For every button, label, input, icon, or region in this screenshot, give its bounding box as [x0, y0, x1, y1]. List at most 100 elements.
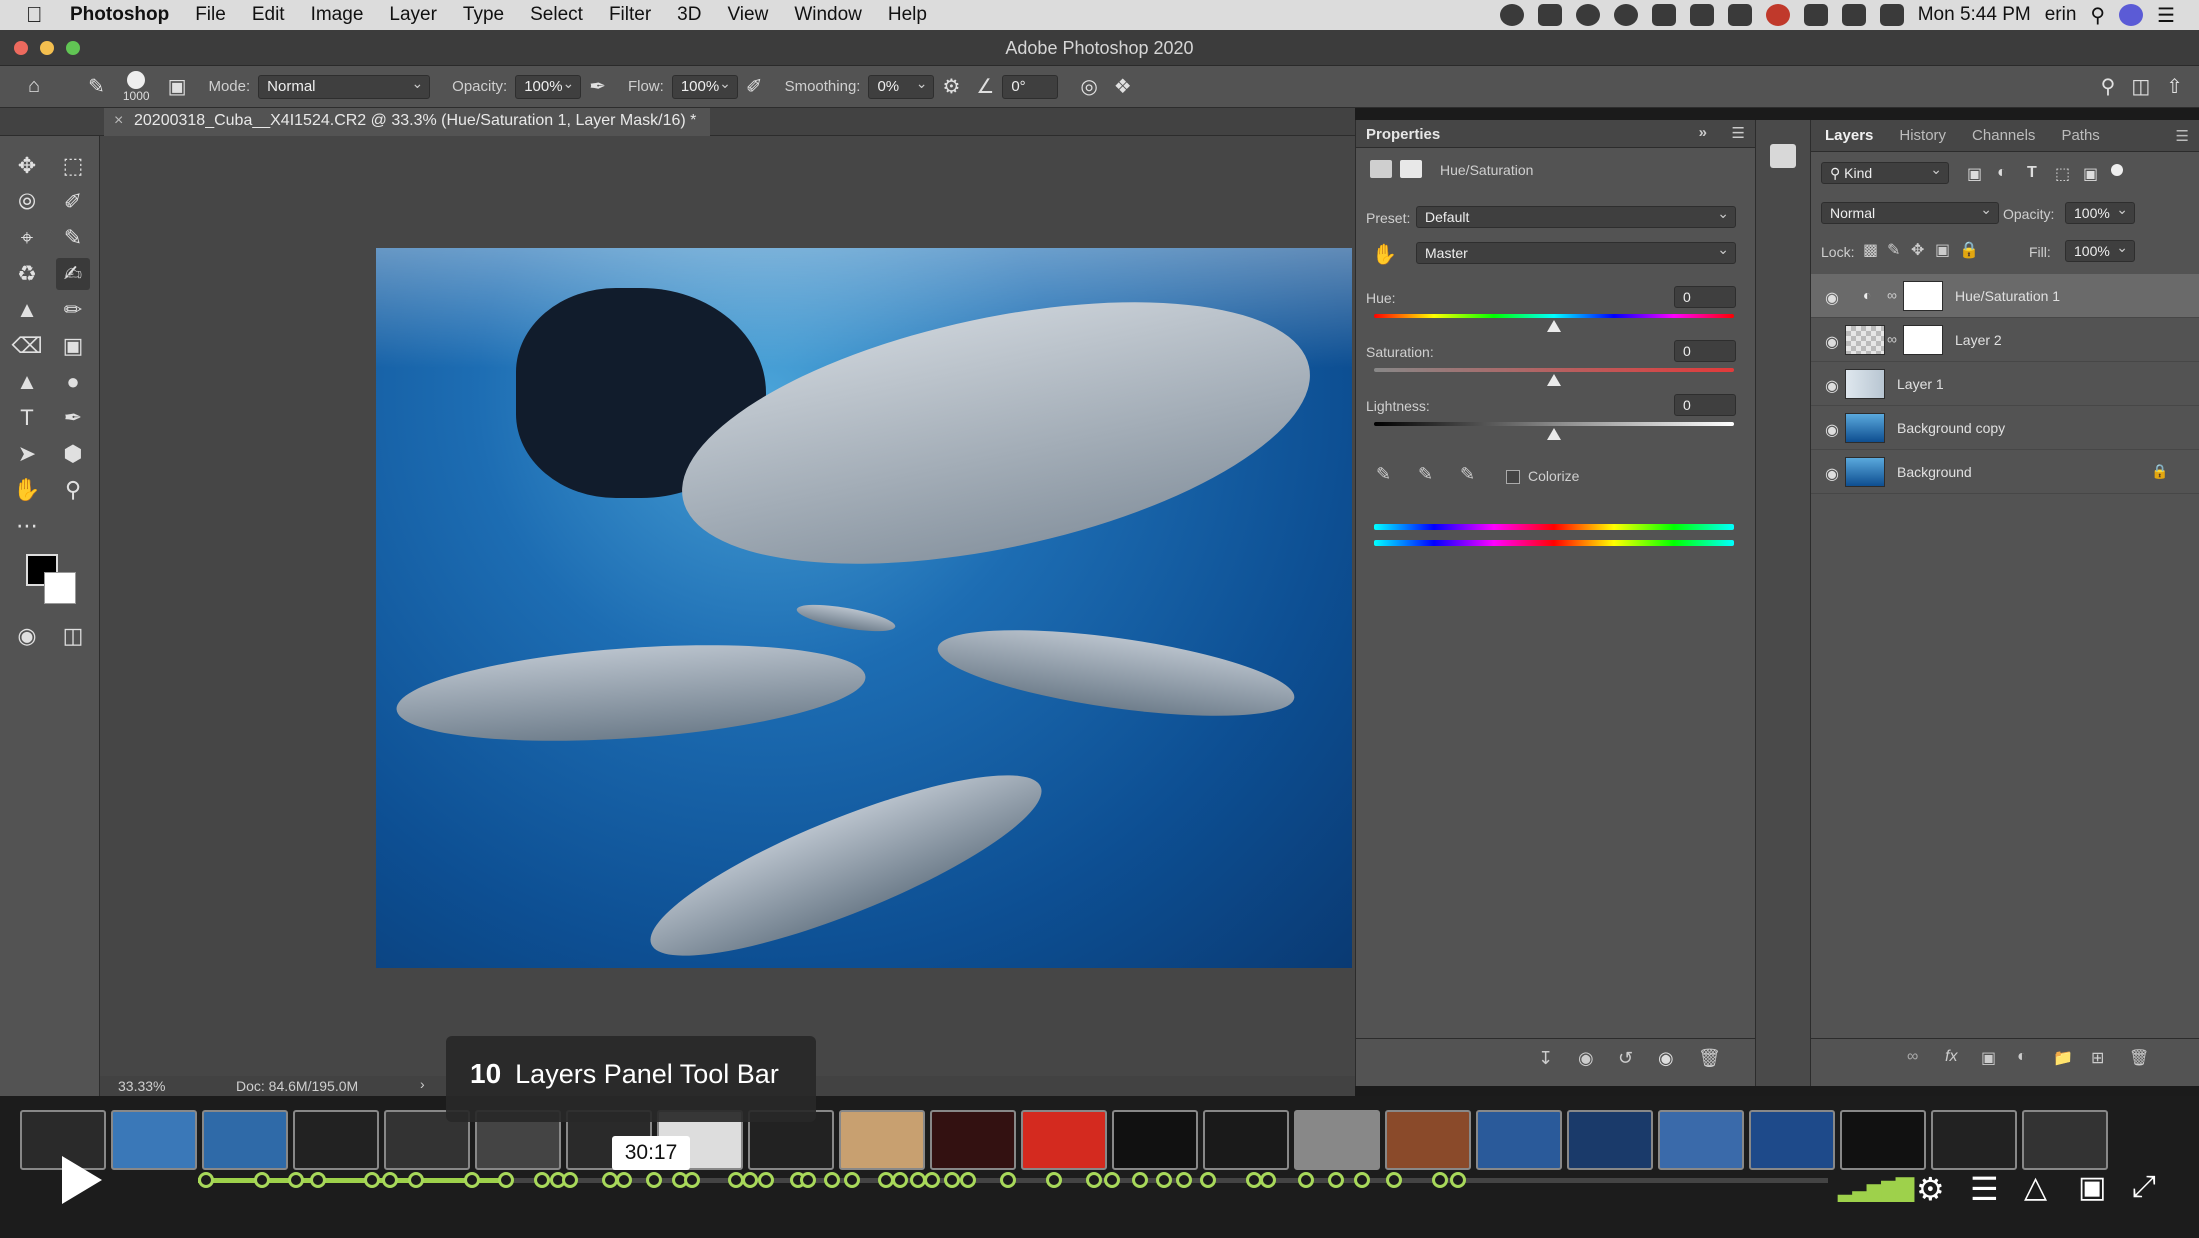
- chapter-marker[interactable]: [1328, 1172, 1344, 1188]
- status-airplay-icon[interactable]: [1803, 4, 1828, 26]
- pressure-opacity-icon[interactable]: ✒: [589, 74, 606, 99]
- chapter-marker[interactable]: [892, 1172, 908, 1188]
- tab-history[interactable]: History: [1899, 127, 1946, 144]
- lock-all-icon[interactable]: 🔒: [1959, 240, 1979, 260]
- new-group-folder-icon[interactable]: 📁: [2053, 1048, 2073, 1068]
- eyedropper-icon[interactable]: ✎: [1376, 464, 1391, 485]
- chapter-thumbnail[interactable]: [111, 1110, 197, 1170]
- tab-layers[interactable]: Layers: [1825, 127, 1873, 144]
- layer-row-layer-1[interactable]: ◉ Layer 1: [1811, 362, 2199, 406]
- smoothing-options-gear-icon[interactable]: ⚙: [942, 74, 960, 99]
- fullscreen-icon[interactable]: ⤢: [2132, 1170, 2156, 1204]
- chapter-marker[interactable]: [1260, 1172, 1276, 1188]
- chapter-marker[interactable]: [960, 1172, 976, 1188]
- toggle-visibility-eye-icon[interactable]: ◉: [1658, 1048, 1674, 1069]
- filter-adjustment-icon[interactable]: ◐: [1997, 164, 2007, 182]
- menu-window[interactable]: Window: [794, 4, 862, 26]
- chapter-marker[interactable]: [408, 1172, 424, 1188]
- chapter-marker[interactable]: [1046, 1172, 1062, 1188]
- tab-channels[interactable]: Channels: [1972, 127, 2035, 144]
- menu-layer[interactable]: Layer: [389, 4, 437, 26]
- menu-type[interactable]: Type: [463, 4, 504, 26]
- chapter-thumbnail[interactable]: [1294, 1110, 1380, 1170]
- eyedropper-plus-icon[interactable]: ✎: [1418, 464, 1433, 485]
- lightness-slider-thumb[interactable]: [1547, 428, 1561, 440]
- crop-tool-icon[interactable]: ⌖: [10, 222, 44, 254]
- targeted-adjustment-hand-icon[interactable]: ✋: [1372, 242, 1397, 267]
- chapter-marker[interactable]: [1432, 1172, 1448, 1188]
- pressure-size-icon[interactable]: ◎: [1080, 74, 1097, 99]
- workspace-icon[interactable]: ◫: [2131, 74, 2150, 99]
- chapter-marker[interactable]: [1354, 1172, 1370, 1188]
- search-icon[interactable]: ⚲: [2101, 74, 2116, 99]
- path-select-tool-icon[interactable]: ➤: [10, 438, 44, 470]
- brush-settings-icon[interactable]: ▣: [168, 74, 187, 99]
- chapter-thumbnail[interactable]: [1203, 1110, 1289, 1170]
- type-tool-icon[interactable]: T: [10, 402, 44, 434]
- apple-menu-icon[interactable]: : [26, 4, 48, 26]
- quick-mask-icon[interactable]: ◉: [10, 620, 44, 652]
- chapter-marker[interactable]: [646, 1172, 662, 1188]
- layer-style-fx-icon[interactable]: fx: [1945, 1048, 1957, 1066]
- lock-image-icon[interactable]: ✎: [1887, 240, 1900, 260]
- chapter-marker[interactable]: [1132, 1172, 1148, 1188]
- flow-input[interactable]: 100%: [671, 74, 738, 99]
- chapter-thumbnail[interactable]: [293, 1110, 379, 1170]
- chapter-thumbnail[interactable]: [1931, 1110, 2017, 1170]
- mode-select[interactable]: Normal: [258, 74, 431, 99]
- chapter-thumbnail[interactable]: [1567, 1110, 1653, 1170]
- volume-icon[interactable]: [1879, 4, 1904, 26]
- layer-mask-thumbnail[interactable]: [1903, 325, 1943, 355]
- layers-panel-menu-icon[interactable]: ☰: [2176, 127, 2189, 145]
- history-brush-tool-icon[interactable]: ✏: [56, 294, 90, 326]
- healing-brush-tool-icon[interactable]: ♻: [10, 258, 44, 290]
- panel-menu-icon[interactable]: ☰: [1732, 124, 1745, 142]
- menubar-user[interactable]: erin: [2045, 4, 2077, 26]
- lightness-slider-track[interactable]: [1374, 422, 1734, 426]
- colorize-checkbox[interactable]: [1506, 470, 1520, 484]
- doc-size[interactable]: Doc: 84.6M/195.0M: [236, 1078, 358, 1094]
- symmetry-icon[interactable]: ❖: [1114, 74, 1132, 99]
- channel-select[interactable]: Master: [1416, 241, 1736, 264]
- properties-panel-icon[interactable]: [1770, 144, 1796, 168]
- chapter-marker[interactable]: [364, 1172, 380, 1188]
- zoom-level[interactable]: 33.33%: [118, 1078, 165, 1094]
- more-tools-icon[interactable]: ⋯: [10, 510, 44, 542]
- lock-transparent-icon[interactable]: ▩: [1863, 240, 1878, 260]
- filter-smart-object-icon[interactable]: ▣: [2083, 164, 2098, 184]
- menu-image[interactable]: Image: [311, 4, 364, 26]
- document-image-sharks[interactable]: [376, 248, 1352, 968]
- chapter-marker[interactable]: [824, 1172, 840, 1188]
- chapter-thumbnail[interactable]: [1840, 1110, 1926, 1170]
- chapter-marker[interactable]: [758, 1172, 774, 1188]
- chapter-marker[interactable]: [562, 1172, 578, 1188]
- visibility-eye-icon[interactable]: ◉: [1825, 332, 1839, 352]
- dodge-tool-icon[interactable]: ●: [56, 366, 90, 398]
- new-adjustment-icon[interactable]: ◐: [2017, 1048, 2027, 1066]
- lightness-input[interactable]: 0: [1674, 394, 1736, 416]
- zoom-tool-icon[interactable]: ⚲: [56, 474, 90, 506]
- opacity-input[interactable]: 100%: [515, 74, 582, 99]
- marquee-tool-icon[interactable]: ⬚: [56, 150, 90, 182]
- status-dropbox-icon[interactable]: [1689, 4, 1714, 26]
- clone-stamp-tool-icon[interactable]: ▲: [10, 294, 44, 326]
- mask-link-icon[interactable]: ∞: [1887, 331, 1897, 347]
- eyedropper-tool-icon[interactable]: ✎: [56, 222, 90, 254]
- visibility-eye-icon[interactable]: ◉: [1825, 288, 1839, 308]
- chapter-marker[interactable]: [616, 1172, 632, 1188]
- layer-row-background[interactable]: ◉ Background 🔒: [1811, 450, 2199, 494]
- visibility-eye-icon[interactable]: ◉: [1825, 376, 1839, 396]
- share-icon[interactable]: ⇧: [2166, 74, 2183, 99]
- visibility-eye-icon[interactable]: ◉: [1825, 420, 1839, 440]
- fill-input[interactable]: 100%: [2065, 239, 2135, 262]
- chapter-thumbnail[interactable]: [1476, 1110, 1562, 1170]
- document-tab[interactable]: × 20200318_Cuba__X4I1524.CR2 @ 33.3% (Hu…: [104, 108, 711, 136]
- chapter-marker[interactable]: [464, 1172, 480, 1188]
- chapter-marker[interactable]: [498, 1172, 514, 1188]
- hue-slider-track[interactable]: [1374, 314, 1734, 318]
- eraser-tool-icon[interactable]: ⌫: [10, 330, 44, 362]
- play-button[interactable]: [62, 1156, 102, 1204]
- add-mask-icon[interactable]: ▣: [1981, 1048, 1996, 1068]
- chapter-thumbnail[interactable]: [202, 1110, 288, 1170]
- layer-mask-thumbnail[interactable]: [1903, 281, 1943, 311]
